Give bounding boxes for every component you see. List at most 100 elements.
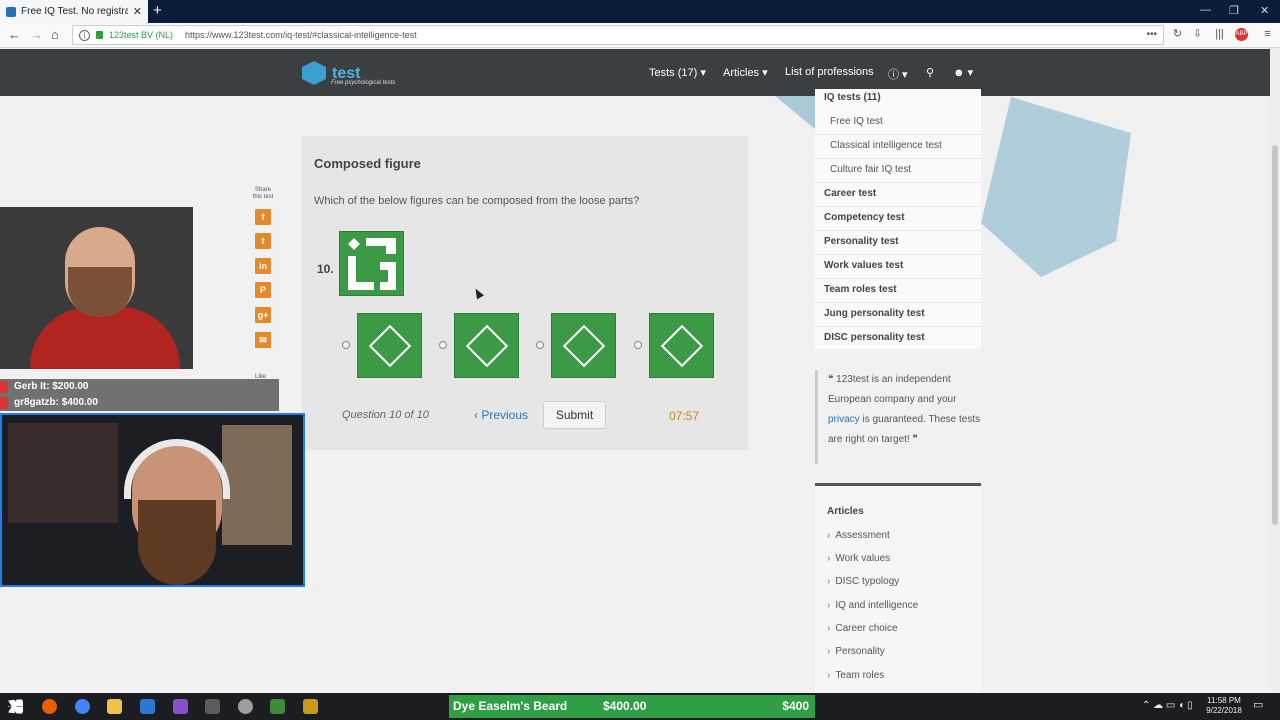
linkedin-share-icon[interactable]: in: [255, 258, 271, 274]
article-link[interactable]: DISC typology: [827, 576, 899, 587]
logo-subtitle: Free psychological tests: [331, 80, 396, 86]
article-link[interactable]: IQ and intelligence: [827, 600, 918, 611]
file-explorer-icon[interactable]: [107, 699, 122, 714]
page-scrollbar[interactable]: [1270, 49, 1280, 693]
nav-tests[interactable]: Tests (17) ▾: [649, 66, 706, 79]
app-icon[interactable]: [303, 699, 318, 714]
articles-panel: Articles Assessment Work values DISC typ…: [815, 483, 981, 693]
close-window-icon[interactable]: ✕: [1260, 4, 1269, 17]
menu-classical-intelligence-test[interactable]: Classical intelligence test: [830, 140, 942, 151]
option-b-radio[interactable]: [439, 341, 447, 349]
maximize-icon[interactable]: ❐: [1229, 4, 1239, 17]
decorative-cube-shape: [775, 96, 815, 129]
logo-cube-icon: [302, 61, 326, 85]
app-icon[interactable]: [205, 699, 220, 714]
scrollbar-thumb[interactable]: [1272, 145, 1278, 525]
nav-articles[interactable]: Articles ▾: [723, 66, 768, 79]
forward-icon[interactable]: →: [30, 27, 43, 42]
menu-iq-tests[interactable]: IQ tests (11): [824, 92, 881, 103]
site-logo[interactable]: test Free psychological tests: [302, 61, 395, 86]
company-quote: ❝ 123test is an independent European com…: [815, 370, 981, 464]
article-link[interactable]: Assessment: [827, 530, 889, 541]
twitter-share-icon[interactable]: t: [255, 233, 271, 249]
option-b-figure[interactable]: [454, 313, 519, 378]
previous-link[interactable]: ‹ Previous: [474, 408, 528, 422]
info-menu-icon[interactable]: ⓘ ▾: [888, 66, 908, 82]
site-favicon-icon: [6, 6, 16, 17]
webcam-overlay-top: [0, 207, 193, 369]
menu-icon[interactable]: ≡: [1261, 28, 1274, 41]
menu-personality-test[interactable]: Personality test: [824, 236, 898, 247]
search-icon[interactable]: ⚲: [926, 66, 934, 79]
minimize-icon[interactable]: —: [1200, 4, 1211, 16]
url-text[interactable]: https://www.123test.com/iq-test/#classic…: [185, 30, 417, 40]
close-tab-icon[interactable]: ✕: [133, 5, 142, 18]
page-actions-icon[interactable]: •••: [1146, 29, 1157, 40]
browser-tab[interactable]: Free IQ Test. No registration, te ✕: [0, 0, 148, 23]
download-icon[interactable]: ⇩: [1191, 28, 1204, 41]
firefox-icon[interactable]: [42, 699, 57, 714]
option-c-radio[interactable]: [536, 341, 544, 349]
donation-text: Gerb It: $200.00: [14, 381, 89, 392]
logo-text: test: [332, 64, 361, 82]
option-d-radio[interactable]: [634, 341, 642, 349]
donation-goal-ticker: Dye Easelm's Beard $400.00 $400: [449, 695, 815, 718]
menu-free-iq-test[interactable]: Free IQ test: [830, 116, 883, 127]
adblock-icon[interactable]: ABP: [1235, 28, 1248, 41]
question-text: Which of the below figures can be compos…: [314, 195, 640, 207]
library-icon[interactable]: |||: [1213, 28, 1226, 41]
article-link[interactable]: Team roles: [827, 670, 884, 681]
url-bar[interactable]: i 123test BV (NL) https://www.123test.co…: [72, 25, 1164, 45]
app-icon[interactable]: [270, 699, 285, 714]
share-label: Share this test: [252, 187, 274, 200]
timer: 07:57: [669, 409, 700, 423]
menu-competency-test[interactable]: Competency test: [824, 212, 905, 223]
decorative-cube-image: [981, 97, 1131, 277]
tray-icons[interactable]: ⌃ ☁ ▭ ◖ ▯: [1142, 701, 1192, 711]
donation-text: gr8gatzb: $400.00: [14, 397, 98, 408]
article-link[interactable]: Work values: [827, 553, 890, 564]
app-icon[interactable]: [173, 699, 188, 714]
app-icon[interactable]: [238, 699, 253, 714]
back-icon[interactable]: ←: [8, 27, 21, 42]
user-menu-icon[interactable]: ☻ ▾: [953, 66, 973, 79]
menu-culture-fair-iq-test[interactable]: Culture fair IQ test: [830, 164, 911, 175]
clock-date: 9/22/2018: [1206, 706, 1242, 715]
article-link[interactable]: Personality: [827, 646, 884, 657]
system-clock[interactable]: 11:58 PM 9/22/2018: [1204, 696, 1244, 716]
info-icon[interactable]: i: [79, 29, 90, 41]
menu-disc-personality-test[interactable]: DISC personality test: [824, 332, 925, 343]
question-progress: Question 10 of 10: [342, 409, 429, 421]
tab-title: Free IQ Test. No registration, te: [21, 6, 128, 17]
lock-icon: [96, 31, 103, 39]
option-a-radio[interactable]: [342, 341, 350, 349]
home-icon[interactable]: ⌂: [51, 27, 59, 42]
facebook-share-icon[interactable]: f: [255, 209, 271, 225]
menu-jung-personality-test[interactable]: Jung personality test: [824, 308, 925, 319]
option-d-figure[interactable]: [649, 313, 714, 378]
start-menu-icon[interactable]: [8, 699, 23, 714]
test-title: Composed figure: [314, 156, 421, 171]
article-link[interactable]: Career choice: [827, 623, 897, 634]
privacy-link[interactable]: privacy: [828, 414, 860, 425]
tests-sidebar-menu: IQ tests (11) Free IQ test Classical int…: [815, 89, 981, 349]
app-icon[interactable]: [140, 699, 155, 714]
site-header: test Free psychological tests Tests (17)…: [0, 49, 1270, 96]
menu-team-roles-test[interactable]: Team roles test: [824, 284, 897, 295]
menu-career-test[interactable]: Career test: [824, 188, 876, 199]
pinterest-share-icon[interactable]: P: [255, 282, 271, 298]
email-share-icon[interactable]: ✉: [255, 332, 271, 348]
reload-icon[interactable]: ↻: [1171, 28, 1184, 41]
menu-work-values-test[interactable]: Work values test: [824, 260, 903, 271]
googleplus-share-icon[interactable]: g+: [255, 307, 271, 323]
nav-list-of-professions[interactable]: List of professions: [785, 66, 874, 78]
option-c-figure[interactable]: [551, 313, 616, 378]
chrome-icon[interactable]: [75, 699, 90, 714]
option-a-figure[interactable]: [357, 313, 422, 378]
articles-title: Articles: [827, 506, 864, 517]
notification-icon[interactable]: ▭: [1253, 700, 1263, 711]
new-tab-icon[interactable]: +: [153, 2, 162, 19]
donation-alert: Gerb It: $200.00: [0, 379, 279, 395]
quote-text-start: ❝ 123test is an independent European com…: [828, 374, 957, 405]
submit-button[interactable]: Submit: [543, 401, 606, 429]
